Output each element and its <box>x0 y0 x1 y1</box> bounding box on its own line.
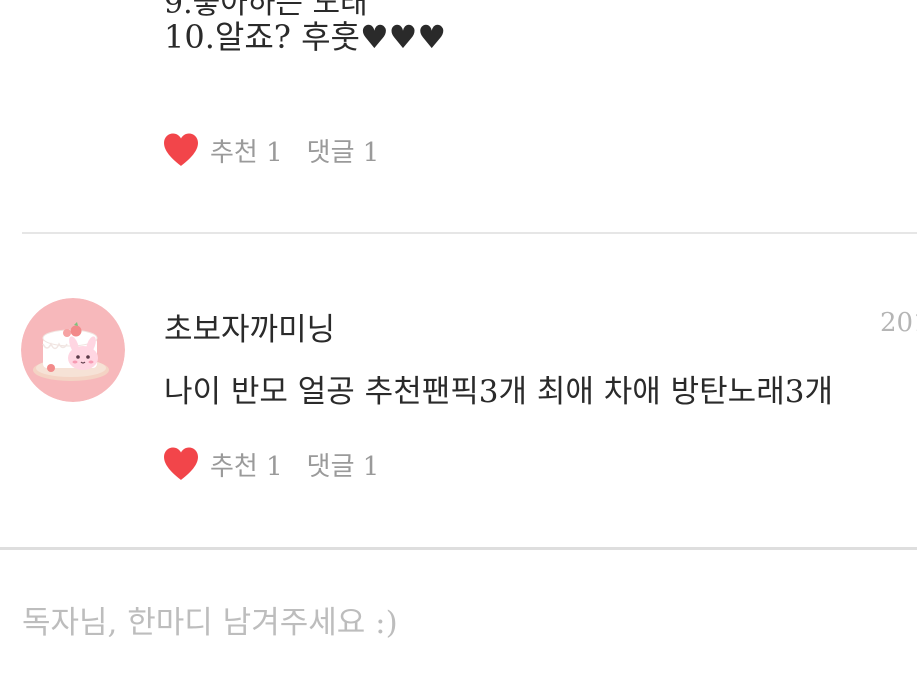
comment-actions: 추천 1 댓글 1 <box>162 444 379 484</box>
section-divider <box>0 547 917 550</box>
reply-count-button[interactable]: 댓글 1 <box>307 132 380 169</box>
reply-count-button[interactable]: 댓글 1 <box>307 446 380 483</box>
comment-date: 201 <box>880 308 917 338</box>
cake-with-bunny-icon <box>21 298 125 402</box>
comment-divider <box>22 232 917 234</box>
heart-icon[interactable] <box>162 446 200 482</box>
recommend-button[interactable]: 추천 1 <box>210 446 283 483</box>
avatar[interactable] <box>21 298 125 402</box>
comment-author[interactable]: 초보자까미닝 <box>164 304 335 349</box>
comment-actions: 추천 1 댓글 1 <box>162 130 379 170</box>
recommend-button[interactable]: 추천 1 <box>210 132 283 169</box>
comment-text: 나이 반모 얼공 추천팬픽3개 최애 차애 방탄노래3개 <box>164 374 833 410</box>
comment-input[interactable] <box>22 600 892 646</box>
heart-icon[interactable] <box>162 132 200 168</box>
comment-thread: 9.좋아하는 노래 10.알죠? 후훗♥♥♥ 추천 1 댓글 1 초보자까미닝 … <box>0 0 917 687</box>
comment-text-line: 10.알죠? 후훗♥♥♥ <box>164 18 447 56</box>
